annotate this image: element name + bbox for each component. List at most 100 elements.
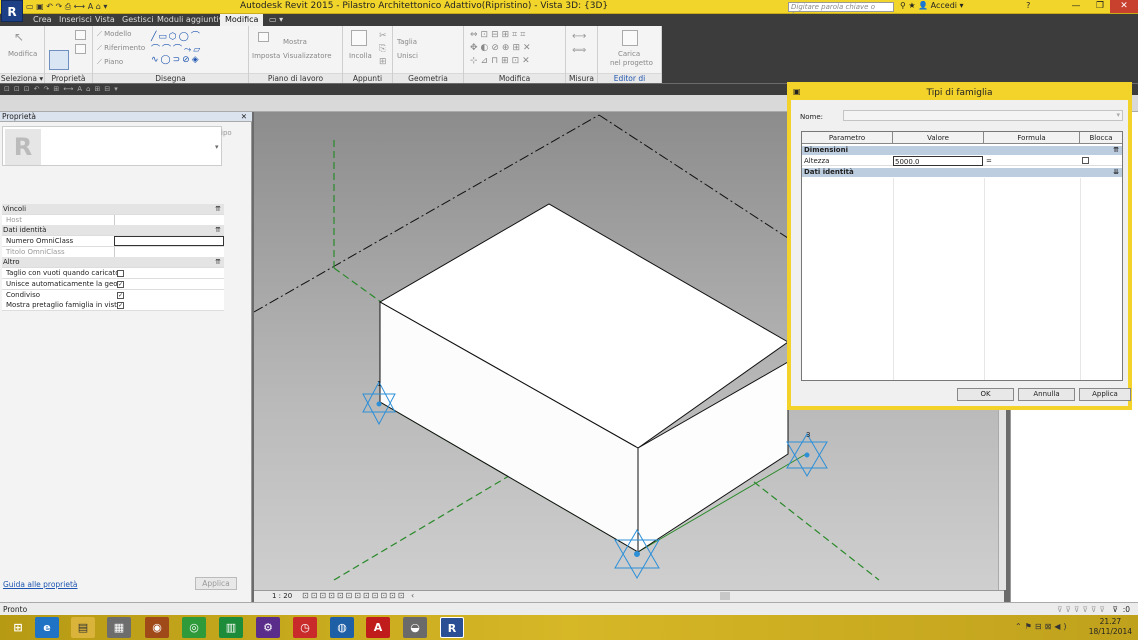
expand-icon[interactable]: ⇊ <box>1113 168 1119 177</box>
family-category-icon[interactable] <box>75 44 86 54</box>
property-value[interactable] <box>114 236 224 247</box>
quick-access-toolbar[interactable]: ▭ ▣ ↶ ↷ ⎙ ⟷ A ⌂ ▾ <box>26 2 107 12</box>
property-category[interactable]: Altro ⇈ <box>2 257 224 269</box>
text-icon[interactable]: A <box>88 2 93 11</box>
undo-icon[interactable]: ↶ <box>46 2 53 11</box>
collapse-icon[interactable]: ⇈ <box>215 225 221 236</box>
properties-help-link[interactable]: Guida alle proprietà <box>3 580 78 589</box>
cut-copy-icons[interactable]: ✂ ⎘ ⊞ <box>379 30 387 69</box>
ribbon-toggle-button[interactable]: ▭ ▾ <box>264 14 288 26</box>
signin-label[interactable]: Accedi <box>931 1 957 10</box>
type-name-select[interactable]: ▾ <box>843 110 1123 121</box>
view-scale[interactable]: 1 : 20 <box>272 590 292 602</box>
options-bar-icons[interactable]: ⊡⊡⊡↶↷⊞⟷A⌂⊞⊟▾ <box>0 85 122 93</box>
col-parametro[interactable]: Parametro <box>802 132 893 144</box>
property-value[interactable] <box>114 246 224 257</box>
property-category[interactable]: Vincoli ⇈ <box>2 204 224 215</box>
properties-icon[interactable] <box>49 50 69 70</box>
set-workplane-icon[interactable] <box>258 32 269 42</box>
app-icon[interactable]: ◉ <box>145 617 169 638</box>
modifica-tool-label[interactable]: Modifica <box>8 50 37 58</box>
incolla-label[interactable]: Incolla <box>349 52 372 60</box>
property-row[interactable]: Taglio con vuoti quando caricato <box>2 268 224 280</box>
collapse-icon[interactable]: ⇈ <box>1113 146 1119 155</box>
excel-icon[interactable]: ▥ <box>219 617 243 638</box>
tab-moduli-aggiuntivi[interactable]: Moduli aggiuntivi <box>152 14 231 26</box>
revit-icon[interactable]: R <box>440 617 464 638</box>
start-icon[interactable]: ⊞ <box>6 617 30 638</box>
horizontal-scrollbar-thumb[interactable] <box>720 592 730 600</box>
property-checkbox[interactable]: ✓ <box>117 302 124 310</box>
autocad-icon[interactable]: A <box>366 617 390 638</box>
collapse-icon[interactable]: ⇈ <box>215 257 221 268</box>
property-row[interactable]: Condiviso ✓ <box>2 289 224 301</box>
imposta-label[interactable]: Imposta <box>252 52 280 60</box>
collapse-icon[interactable]: ⇈ <box>215 204 221 215</box>
tray-icons[interactable]: ⌃⚑⊟⊠◀) <box>1015 622 1070 631</box>
section-dati-identita[interactable]: Dati identità ⇊ <box>802 168 1122 177</box>
mostra-label[interactable]: Mostra <box>283 38 307 46</box>
application-menu-button[interactable]: R <box>1 0 23 22</box>
save-icon[interactable]: ▣ <box>36 2 44 11</box>
section-dimensioni[interactable]: Dimensioni ⇈ <box>802 146 1122 155</box>
property-category[interactable]: Dati identità ⇈ <box>2 225 224 237</box>
param-formula[interactable]: = <box>986 156 992 166</box>
maximize-button[interactable]: ❐ <box>1088 0 1112 13</box>
chevron-down-icon[interactable]: ▾ <box>1116 111 1120 119</box>
media-icon[interactable]: ◍ <box>330 617 354 638</box>
measure-icon[interactable]: ⟷ <box>74 2 85 11</box>
property-row[interactable]: Numero OmniClass <box>2 236 224 248</box>
property-row[interactable]: Titolo OmniClass <box>2 246 224 258</box>
modify-tools-icons[interactable]: ⇔⊡⊟⊞⌗⌗ ✥◐⊘⊕⊞✕ ⊹⊿⊓⊞⊡✕ <box>470 29 534 68</box>
settings-icon[interactable]: ⚙ <box>256 617 280 638</box>
draw-piano[interactable]: ⟋ Piano <box>97 58 123 67</box>
redo-icon[interactable]: ↷ <box>55 2 62 11</box>
ok-button[interactable]: OK <box>957 388 1014 401</box>
tab-vista[interactable]: Vista <box>90 14 120 26</box>
view-3d-icon[interactable]: ⌂ <box>96 2 101 11</box>
chrome-icon[interactable]: ◎ <box>182 617 206 638</box>
view-control-icons[interactable]: ⊡⊡⊡⊡⊡⊡⊡⊡⊡⊡⊡⊡ ‹ <box>302 591 416 600</box>
close-icon[interactable]: ✕ <box>241 112 247 122</box>
col-formula[interactable]: Formula <box>984 132 1080 144</box>
unisci-label[interactable]: Unisci <box>397 52 418 60</box>
family-types-icon[interactable] <box>75 30 86 40</box>
clock-app-icon[interactable]: ◷ <box>293 617 317 638</box>
nel-progetto-label[interactable]: nel progetto <box>610 59 653 67</box>
draw-shapes-icons[interactable]: ╱▭⬡◯⌒ ⌒⌒⌒⤳▱ ∿◯⊃⊘◈ <box>151 29 202 65</box>
cursor-icon[interactable]: ↖ <box>14 30 24 44</box>
property-checkbox[interactable]: ✓ <box>117 281 124 288</box>
panel-label-seleziona[interactable]: Seleziona ▾ <box>0 73 44 83</box>
col-blocca[interactable]: Blocca <box>1080 132 1122 144</box>
visualizzatore-label[interactable]: Visualizzatore <box>283 52 332 60</box>
print-icon[interactable]: ⎙ <box>65 2 71 11</box>
apply-button[interactable]: Applica <box>1079 388 1131 401</box>
carica-label[interactable]: Carica <box>618 50 640 58</box>
internet-explorer-icon[interactable]: e <box>35 617 59 638</box>
minimize-button[interactable]: — <box>1064 0 1088 13</box>
tab-modifica[interactable]: Modifica <box>220 14 264 26</box>
properties-apply-button[interactable]: Applica <box>195 577 237 590</box>
draw-riferimento[interactable]: ⟋ Riferimento <box>97 44 145 53</box>
help-icon[interactable]: ? <box>1026 1 1030 10</box>
property-value[interactable] <box>114 214 224 225</box>
property-checkbox[interactable] <box>117 270 124 278</box>
property-row[interactable]: Host <box>2 214 224 226</box>
draw-modello[interactable]: ⟋ Modello <box>97 30 131 39</box>
property-row[interactable]: Unisce automaticamente la geo... ✓ <box>2 279 224 290</box>
app-icon[interactable]: ◒ <box>403 617 427 638</box>
search-input[interactable]: Digitare parola chiave o frase <box>788 2 894 20</box>
measure-tools-icon[interactable]: ⟷ ⟺ <box>572 30 586 58</box>
property-row[interactable]: Mostra pretaglio famiglia in vist... ✓ <box>2 300 224 312</box>
app-icon[interactable]: ▦ <box>107 617 131 638</box>
signin-area[interactable]: ⚲ ★ 👤 Accedi ▾ ? <box>900 1 1030 10</box>
tab-crea[interactable]: Crea <box>28 14 57 26</box>
col-valore[interactable]: Valore <box>893 132 984 144</box>
switch-windows-icon[interactable]: ▾ <box>103 2 107 11</box>
lock-checkbox[interactable] <box>1082 157 1089 164</box>
property-checkbox[interactable]: ✓ <box>117 291 124 299</box>
type-selector[interactable]: R ipo ▾ <box>2 126 232 166</box>
file-explorer-icon[interactable]: ▤ <box>71 617 95 638</box>
cancel-button[interactable]: Annulla <box>1018 388 1075 401</box>
param-value-input[interactable]: 5000.0 <box>893 156 983 166</box>
